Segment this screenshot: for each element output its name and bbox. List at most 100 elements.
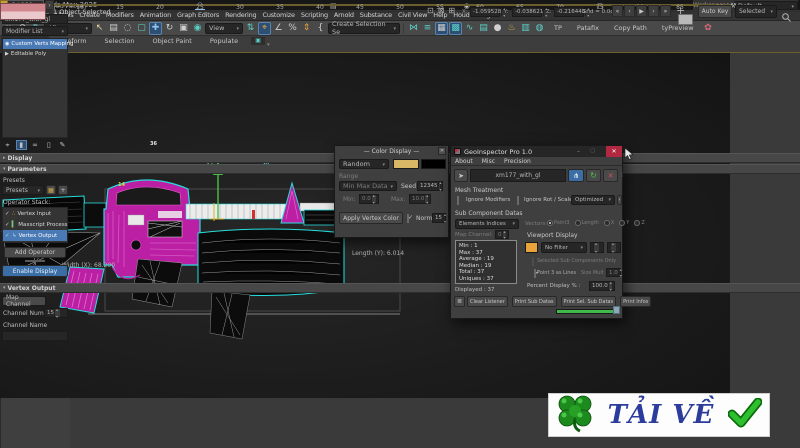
ribbon-tab[interactable]: Selection bbox=[96, 36, 144, 45]
modifier-stack-row[interactable]: ▶ Editable Poly bbox=[3, 49, 67, 59]
point3-lines-checkbox[interactable] bbox=[534, 269, 536, 278]
select-and-scale-icon[interactable]: ▣ bbox=[177, 22, 190, 35]
operator-enabled-checkbox[interactable] bbox=[5, 222, 10, 228]
render-setup-icon[interactable]: ♨ bbox=[505, 22, 518, 35]
menu-item[interactable]: Graph Editors bbox=[174, 11, 222, 19]
range-dropdown[interactable]: Min Max Data bbox=[339, 181, 397, 191]
dialog-menu-item[interactable]: Precision bbox=[504, 158, 531, 165]
vector-option[interactable]: Z bbox=[634, 220, 645, 226]
z-coord-field[interactable]: -0.216443 bbox=[554, 6, 589, 18]
modifier-row-icon[interactable]: ▶ bbox=[5, 51, 9, 57]
ribbon-toggle-icon[interactable]: ▩ bbox=[449, 21, 462, 35]
select-and-rotate-icon[interactable]: ↻ bbox=[163, 22, 176, 35]
render-production-icon[interactable]: ◍ bbox=[533, 22, 546, 35]
optimize-dropdown[interactable]: Optimized bbox=[571, 195, 615, 205]
select-by-name-icon[interactable]: ▤ bbox=[107, 22, 120, 35]
maxscript-mini-listener[interactable] bbox=[0, 3, 46, 20]
vector-option[interactable]: X bbox=[603, 220, 614, 226]
tyflow-badge-icon[interactable]: ✿ bbox=[702, 22, 715, 35]
operator-row[interactable]: ↳ Vertex Output bbox=[3, 230, 67, 241]
operator-row[interactable]: ∴ Vertex Input bbox=[3, 208, 67, 219]
more-options-handle[interactable]: ⋮ bbox=[619, 171, 625, 178]
toolbar-text-button[interactable]: Copy Path bbox=[607, 24, 654, 32]
size-mult-field[interactable]: 1.0 bbox=[606, 267, 622, 278]
make-unique-icon[interactable]: ∞ bbox=[30, 140, 41, 150]
color-swatch-primary[interactable] bbox=[393, 159, 419, 169]
refresh-button[interactable]: ↻ bbox=[586, 169, 601, 182]
operator-row[interactable]: ▍ Maxscript Process bbox=[3, 219, 68, 230]
selection-lock-icon[interactable]: ⊠ bbox=[438, 6, 445, 15]
filter-min-field[interactable] bbox=[590, 241, 604, 254]
go-to-end-button[interactable]: » bbox=[660, 5, 671, 17]
spinner[interactable] bbox=[593, 241, 599, 254]
enable-display-button[interactable]: Enable Display bbox=[2, 265, 68, 277]
optimize-options-button[interactable]: › bbox=[617, 195, 622, 205]
map-channel-field[interactable]: 0 bbox=[495, 229, 509, 240]
window-crossing-icon[interactable]: ▢ bbox=[135, 22, 148, 35]
radio-icon[interactable] bbox=[603, 220, 610, 226]
dialog-title[interactable]: — Color Display — bbox=[335, 146, 448, 156]
close-icon[interactable]: ✕ bbox=[606, 146, 622, 157]
menu-item[interactable]: Civil View bbox=[395, 11, 430, 19]
spinner[interactable] bbox=[610, 241, 616, 254]
rectangular-selection-region-icon[interactable]: ◌ bbox=[121, 22, 134, 35]
dialog-action-button[interactable]: Clear Listener bbox=[467, 296, 508, 307]
select-object-icon[interactable]: ↖ bbox=[93, 22, 106, 35]
ignore-rot-scale-checkbox[interactable] bbox=[517, 196, 519, 205]
operator-enabled-checkbox[interactable] bbox=[5, 233, 10, 239]
spinner[interactable] bbox=[370, 193, 376, 205]
minimize-icon[interactable]: – bbox=[577, 148, 580, 155]
radio-icon[interactable] bbox=[619, 220, 626, 226]
remove-modifier-icon[interactable]: ▯ bbox=[43, 140, 54, 150]
progress-options-button[interactable] bbox=[613, 306, 620, 314]
toolbar-text-button[interactable]: tyPreview bbox=[655, 24, 701, 32]
mirror-icon[interactable]: ⋈ bbox=[407, 22, 420, 35]
save-preset-icon[interactable]: ▦ bbox=[46, 185, 56, 195]
close-icon[interactable]: ✕ bbox=[438, 147, 446, 155]
channel-name-field[interactable] bbox=[2, 331, 68, 341]
spinner[interactable] bbox=[607, 280, 612, 292]
select-and-move-icon[interactable]: ✚ bbox=[149, 21, 162, 35]
spinner[interactable] bbox=[54, 307, 60, 319]
map-channel-button[interactable]: Map Channel bbox=[2, 294, 46, 308]
spinner[interactable] bbox=[501, 6, 505, 18]
edit-named-selections-icon[interactable]: { bbox=[314, 22, 327, 35]
clear-button[interactable]: ✕ bbox=[603, 169, 618, 182]
menu-item[interactable]: Animation bbox=[137, 11, 174, 19]
chevron-down-icon[interactable] bbox=[265, 31, 270, 50]
use-pivot-point-icon[interactable]: ⇅ bbox=[244, 22, 257, 35]
select-and-place-icon[interactable]: ◉ bbox=[191, 22, 204, 35]
normalize-field[interactable]: 15 bbox=[432, 212, 446, 224]
pick-node-button[interactable]: ⋔ bbox=[568, 169, 584, 182]
key-filter-dropdown[interactable]: Selected bbox=[735, 5, 777, 18]
configure-modifier-sets-icon[interactable]: ✎ bbox=[57, 140, 68, 150]
elements-dropdown[interactable]: Elements Indices bbox=[455, 219, 519, 229]
radio-icon[interactable] bbox=[634, 220, 641, 226]
percent-display-field[interactable]: 100.0 bbox=[589, 280, 615, 292]
spinner[interactable] bbox=[543, 6, 547, 18]
ignore-modifiers-checkbox[interactable] bbox=[457, 196, 459, 205]
dialog-menu-item[interactable]: About bbox=[455, 158, 473, 165]
y-coord-field[interactable]: -0.038621 bbox=[512, 6, 547, 18]
color-mode-dropdown[interactable]: Random bbox=[339, 159, 389, 169]
show-end-result-icon[interactable]: ▮ bbox=[15, 140, 27, 150]
create-selection-set-dropdown[interactable]: Create Selection Se bbox=[328, 20, 400, 36]
filter-max-field[interactable] bbox=[607, 241, 621, 254]
modifier-row-icon[interactable]: ◉ bbox=[5, 41, 9, 47]
dialog-action-button[interactable]: Print Sel. Sub Datas bbox=[560, 296, 617, 307]
ribbon-config-icon[interactable]: ▣ bbox=[251, 36, 266, 45]
channel-num-field[interactable]: 15 bbox=[44, 307, 68, 319]
add-operator-button[interactable]: Add Operator bbox=[4, 247, 66, 258]
ribbon-tab[interactable]: Populate bbox=[201, 36, 247, 45]
vector-option[interactable]: Length bbox=[574, 220, 599, 226]
toolbar-text-button[interactable]: TP bbox=[547, 24, 569, 32]
spinner[interactable] bbox=[501, 229, 506, 240]
modifier-list-dropdown[interactable]: Modifier List bbox=[2, 26, 68, 36]
max-field[interactable]: 10.0 bbox=[409, 193, 431, 205]
absolute-mode-icon[interactable]: ⊞ bbox=[448, 6, 455, 15]
pin-stack-icon[interactable]: ⌖ bbox=[2, 140, 13, 150]
curve-editor-icon[interactable]: ∿ bbox=[463, 22, 476, 35]
layer-manager-icon[interactable]: ▦ bbox=[435, 21, 448, 35]
vector-option[interactable]: Y bbox=[619, 220, 629, 226]
splitter-handle[interactable] bbox=[25, 260, 45, 262]
